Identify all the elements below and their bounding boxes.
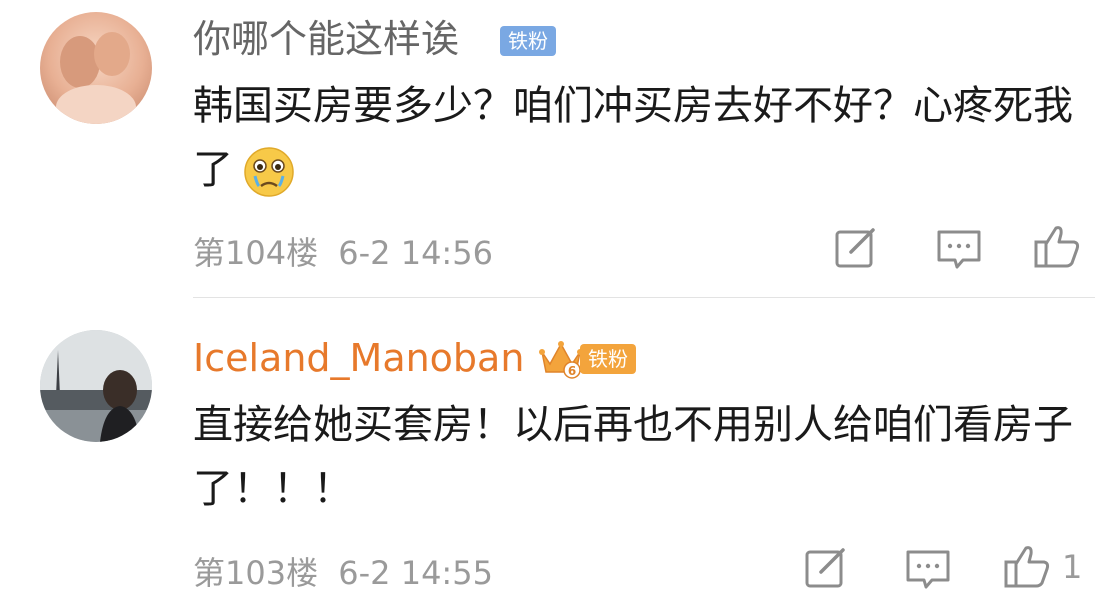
avatar[interactable] bbox=[40, 12, 152, 124]
comment-item: 你哪个能这样诶 铁粉 韩国买房要多少？咱们冲买房去好不好？心疼死我了 第104楼… bbox=[0, 0, 1095, 300]
comment-text: 直接给她买套房！以后再也不用别人给咱们看房子了！！！ bbox=[193, 402, 1073, 512]
floor-number: 第103楼 bbox=[193, 554, 319, 592]
vip-crown-icon: 6 bbox=[538, 338, 584, 380]
fan-level: 6 bbox=[568, 364, 576, 378]
repost-button[interactable] bbox=[801, 542, 853, 594]
repost-button[interactable] bbox=[831, 222, 883, 274]
comment-text-content: 韩国买房要多少？咱们冲买房去好不好？心疼死我了 bbox=[193, 83, 1073, 193]
fan-badge: 铁粉 bbox=[580, 344, 636, 374]
like-count: 1 bbox=[1062, 548, 1083, 586]
timestamp: 6-2 14:56 bbox=[338, 234, 493, 272]
reply-button[interactable] bbox=[933, 222, 985, 274]
edit-icon bbox=[835, 228, 875, 268]
comment-icon bbox=[906, 550, 950, 589]
comment-meta: 第103楼 6-2 14:55 bbox=[193, 548, 493, 594]
username[interactable]: Iceland_Manoban bbox=[193, 336, 524, 380]
thumbs-up-icon bbox=[1034, 226, 1080, 268]
reply-button[interactable] bbox=[902, 542, 954, 594]
fan-badge: 铁粉 bbox=[500, 26, 556, 56]
floor-number: 第104楼 bbox=[193, 234, 319, 272]
divider bbox=[193, 297, 1095, 298]
comment-meta: 第104楼 6-2 14:56 bbox=[193, 228, 493, 274]
timestamp: 6-2 14:55 bbox=[338, 554, 493, 592]
comment-icon bbox=[937, 230, 981, 269]
like-button[interactable] bbox=[1002, 540, 1054, 592]
comment-item: Iceland_Manoban 6 铁粉 直接给她买套房！以后再也不用别人给咱们… bbox=[0, 300, 1095, 615]
like-button[interactable] bbox=[1032, 220, 1084, 272]
avatar[interactable] bbox=[40, 330, 152, 442]
edit-icon bbox=[805, 548, 845, 588]
crying-face-icon bbox=[243, 146, 295, 198]
comment-text: 韩国买房要多少？咱们冲买房去好不好？心疼死我了 bbox=[193, 74, 1073, 202]
username[interactable]: 你哪个能这样诶 bbox=[193, 17, 459, 61]
thumbs-up-icon bbox=[1004, 546, 1050, 588]
